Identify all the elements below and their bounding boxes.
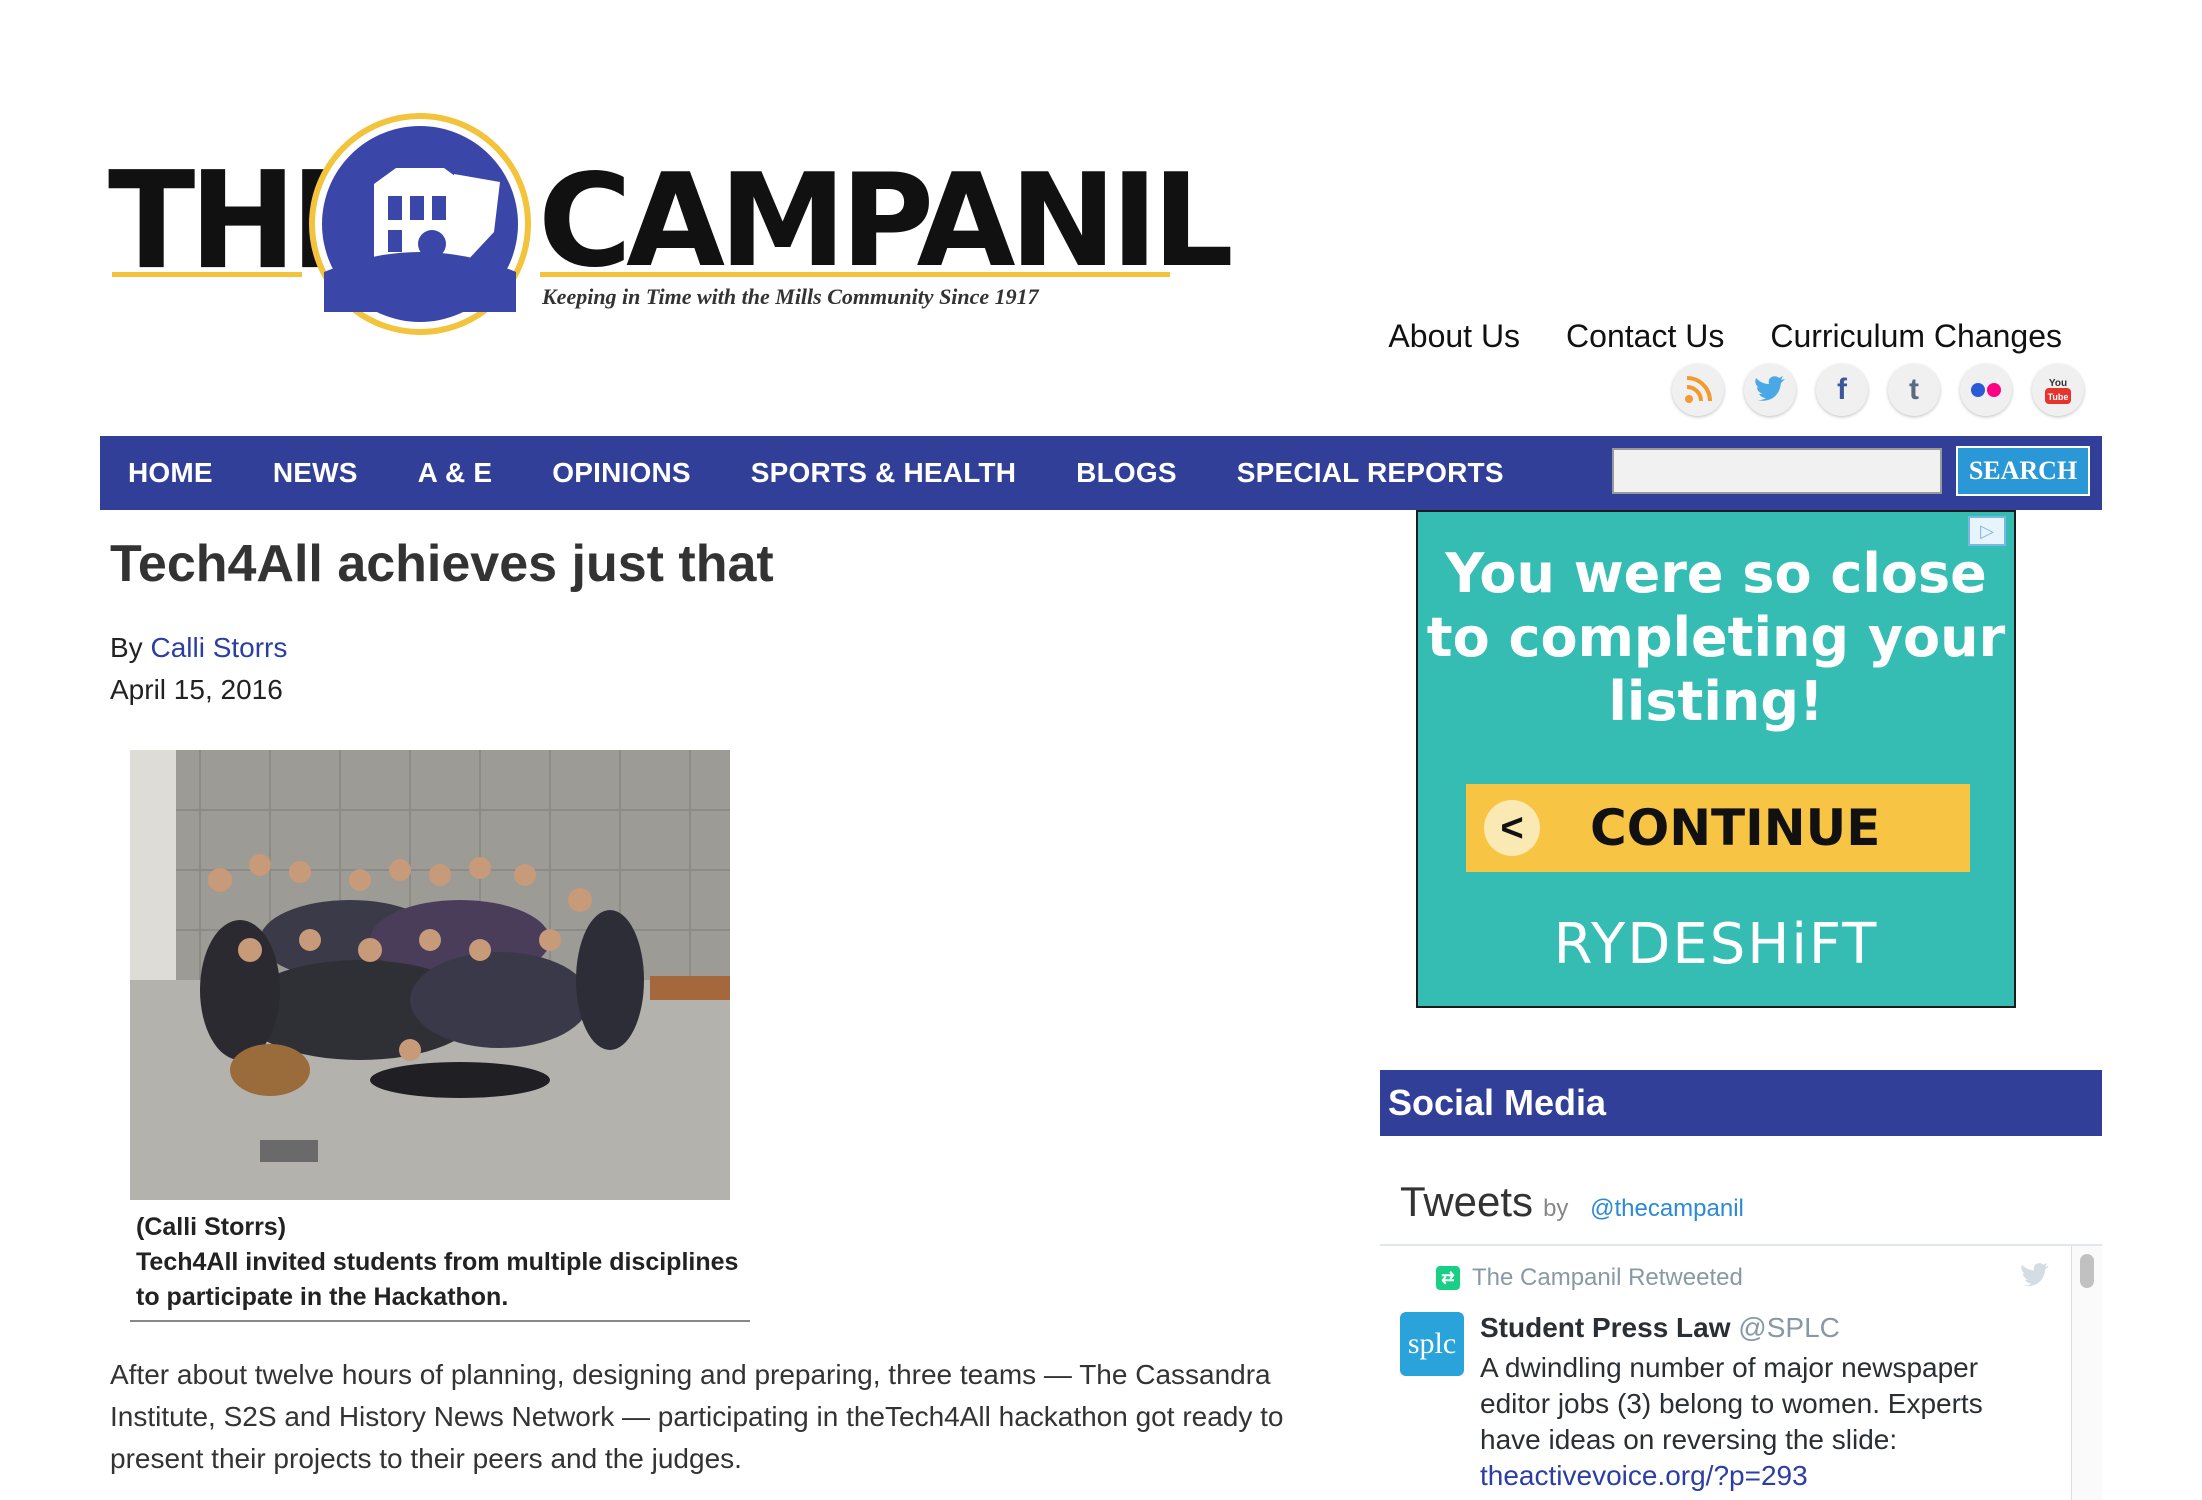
splc-avatar[interactable]: splc	[1400, 1312, 1464, 1376]
logo-underline-left	[112, 272, 302, 277]
chevron-left-icon: <	[1484, 800, 1540, 856]
flickr-icon[interactable]	[1960, 364, 2012, 416]
retweet-icon: ⇄	[1436, 1266, 1460, 1290]
tweets-divider	[1380, 1244, 2102, 1246]
tweets-handle-link[interactable]: @thecampanil	[1590, 1195, 1744, 1222]
curriculum-changes-link[interactable]: Curriculum Changes	[1770, 318, 2062, 355]
byline-prefix: By	[110, 632, 143, 663]
social-media-heading: Social Media	[1380, 1070, 2102, 1136]
ad-headline: You were so close to completing your lis…	[1426, 542, 2006, 733]
tweet-author-name[interactable]: Student Press Law	[1480, 1312, 1731, 1343]
author-link[interactable]: Calli Storrs	[150, 632, 287, 663]
search-input[interactable]	[1612, 448, 1942, 494]
article-date: April 15, 2016	[110, 674, 283, 705]
social-icons: f t You Tube	[1672, 364, 2084, 416]
about-us-link[interactable]: About Us	[1388, 318, 1520, 355]
tweets-scrollbar-thumb[interactable]	[2080, 1254, 2094, 1288]
ad-continue-label: CONTINUE	[1590, 799, 1881, 857]
nav-item-opinions[interactable]: OPINIONS	[552, 457, 691, 489]
tweets-by: by	[1543, 1195, 1569, 1222]
nav-item-home[interactable]: HOME	[128, 457, 213, 489]
facebook-icon[interactable]: f	[1816, 364, 1868, 416]
rss-icon[interactable]	[1672, 364, 1724, 416]
retweet-notice-text[interactable]: The Campanil Retweeted	[1472, 1264, 1743, 1292]
ad-continue-button[interactable]: < CONTINUE	[1466, 784, 1970, 872]
campanil-seal-icon	[309, 113, 531, 335]
ad-brand: RYDESHiFT	[1553, 912, 1879, 977]
logo-campanil-text: CAMPANIL	[538, 147, 1234, 296]
tweets-scrollbar[interactable]	[2071, 1246, 2102, 1500]
article-title: Tech4All achieves just that	[110, 535, 774, 593]
nav-item-blogs[interactable]: BLOGS	[1076, 457, 1177, 489]
contact-us-link[interactable]: Contact Us	[1566, 318, 1724, 355]
site-logo[interactable]: THE CAMPANIL Keeping in Time with the Mi…	[108, 112, 1234, 342]
twitter-bird-icon[interactable]	[2018, 1262, 2052, 1290]
tumblr-icon[interactable]: t	[1888, 364, 1940, 416]
youtube-icon[interactable]: You Tube	[2032, 364, 2084, 416]
photo-caption: (Calli Storrs) Tech4All invited students…	[136, 1210, 756, 1315]
advertisement[interactable]: ▷ You were so close to completing your l…	[1416, 510, 2016, 1008]
twitter-icon[interactable]	[1744, 364, 1796, 416]
logo-tagline: Keeping in Time with the Mills Community…	[542, 284, 1039, 309]
nav-item-news[interactable]: NEWS	[273, 457, 358, 489]
search-button[interactable]: SEARCH	[1956, 446, 2090, 496]
logo-underline-right	[540, 272, 1170, 277]
article-photo[interactable]	[130, 750, 730, 1200]
tweet-author[interactable]: Student Press Law @SPLC	[1480, 1312, 1840, 1344]
caption-divider	[130, 1320, 750, 1322]
main-nav: HOME NEWS A & E OPINIONS SPORTS & HEALTH…	[100, 436, 2102, 510]
tweet-text: A dwindling number of major newspaper ed…	[1480, 1350, 2020, 1494]
retweet-notice: ⇄ The Campanil Retweeted	[1436, 1264, 1743, 1292]
tweet-author-handle[interactable]: @SPLC	[1738, 1312, 1840, 1343]
tweet-body: A dwindling number of major newspaper ed…	[1480, 1352, 1983, 1455]
nav-item-a-and-e[interactable]: A & E	[418, 457, 493, 489]
article-body-paragraph: After about twelve hours of planning, de…	[110, 1359, 1284, 1474]
tweets-widget: Tweets by @thecampanil ⇄ The Campanil Ret…	[1380, 1160, 2102, 1500]
tweet-link[interactable]: theactivevoice.org/?p=293	[1480, 1460, 1808, 1491]
tweets-title-text: Tweets	[1400, 1178, 1534, 1225]
top-links: About Us Contact Us Curriculum Changes	[1388, 318, 2062, 355]
byline: By Calli Storrs	[110, 632, 287, 664]
nav-item-special-reports[interactable]: SPECIAL REPORTS	[1237, 457, 1504, 489]
svg-text:Tube: Tube	[2048, 392, 2069, 402]
nav-item-sports-health[interactable]: SPORTS & HEALTH	[751, 457, 1016, 489]
photo-caption-text: Tech4All invited students from multiple …	[136, 1248, 739, 1311]
tweets-title: Tweets by @thecampanil	[1400, 1178, 1744, 1226]
photo-credit: (Calli Storrs)	[136, 1213, 287, 1241]
svg-text:You: You	[2049, 378, 2067, 389]
